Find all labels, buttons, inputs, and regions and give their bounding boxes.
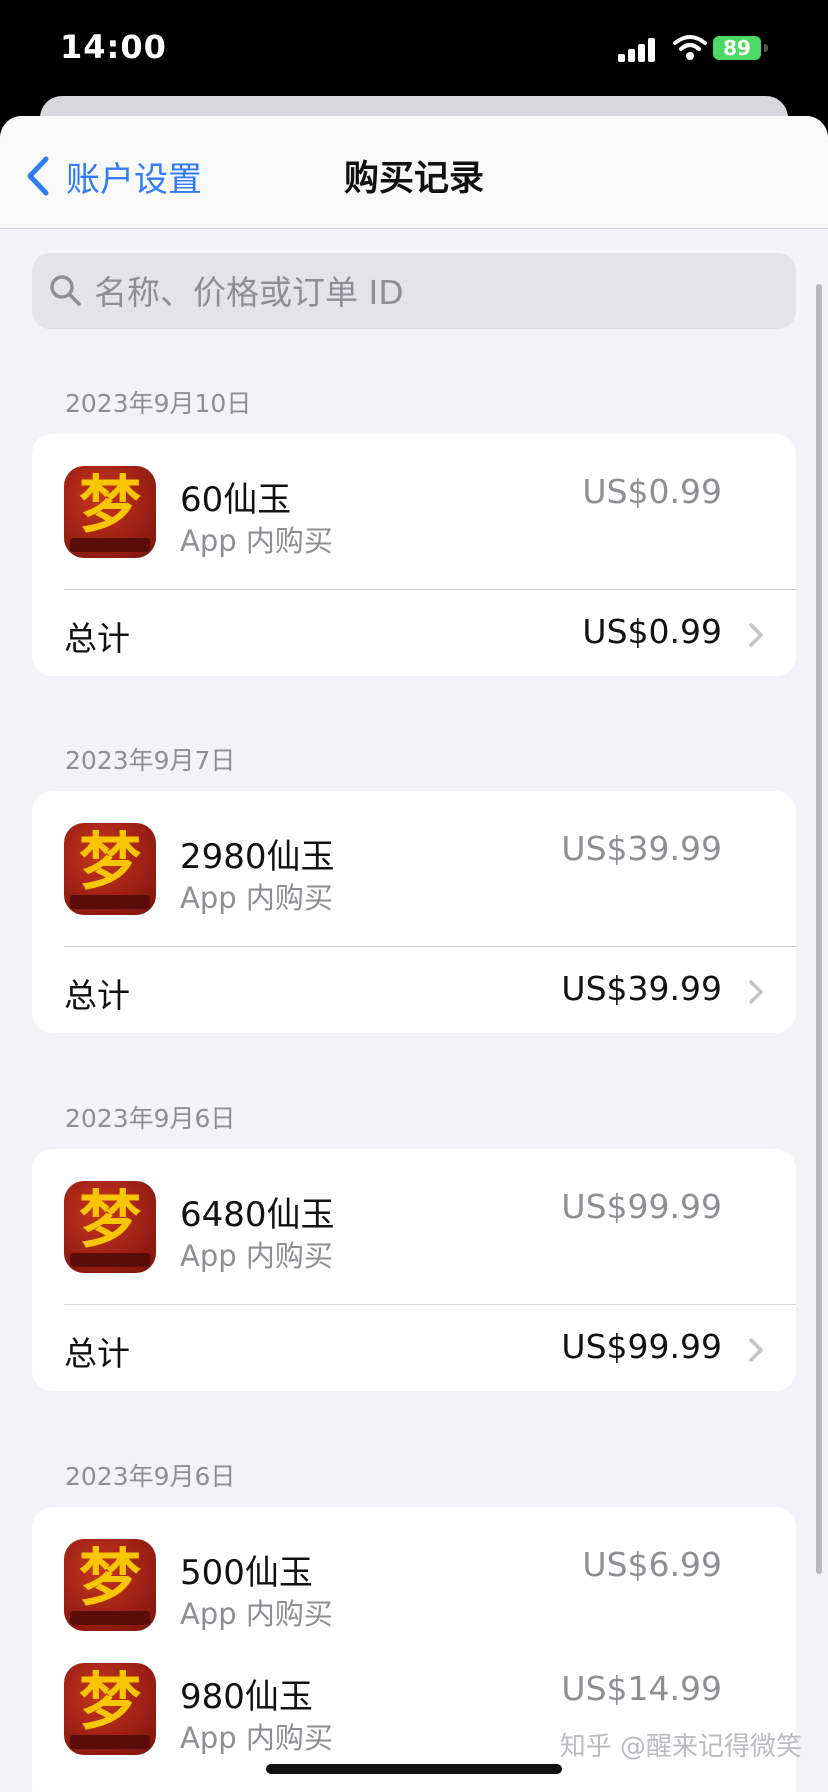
page-title: 购买记录: [343, 159, 484, 199]
battery-cap: [764, 44, 768, 52]
item-type: App 内购买: [180, 1721, 333, 1755]
item-price: US$39.99: [561, 829, 722, 868]
total-label: 总计: [64, 1334, 130, 1373]
item-name: 60仙玉: [180, 480, 292, 520]
purchase-card: 梦 60仙玉 App 内购买 US$0.99 总计 US$0.99: [32, 434, 796, 676]
app-icon[interactable]: 梦: [64, 466, 156, 558]
svg-text:梦: 梦: [79, 468, 141, 541]
item-name: 980仙玉: [180, 1677, 313, 1717]
app-icon[interactable]: 梦: [64, 1539, 156, 1631]
section-date: 2023年9月7日: [65, 746, 236, 775]
item-type: App 内购买: [180, 881, 333, 915]
chevron-right-icon: [749, 1338, 763, 1362]
game-logo-icon: 梦: [70, 1665, 150, 1749]
item-price: US$0.99: [582, 472, 722, 511]
watermark: 知乎 @醒来记得微笑: [559, 1732, 802, 1762]
search-input[interactable]: [92, 253, 776, 331]
svg-text:梦: 梦: [79, 1665, 141, 1738]
section-date: 2023年9月6日: [65, 1462, 236, 1491]
svg-text:梦: 梦: [79, 825, 141, 898]
game-logo-icon: 梦: [70, 825, 150, 909]
total-row[interactable]: 总计 US$99.99: [32, 1305, 796, 1393]
item-price: US$14.99: [561, 1669, 722, 1708]
total-price: US$39.99: [561, 969, 722, 1008]
home-indicator[interactable]: [266, 1764, 562, 1774]
item-price: US$99.99: [561, 1187, 722, 1226]
item-type: App 内购买: [180, 1597, 333, 1631]
search-bar[interactable]: [32, 253, 796, 331]
item-type: App 内购买: [180, 1239, 333, 1273]
navigation-bar: 账户设置 购买记录: [0, 116, 828, 229]
total-label: 总计: [64, 619, 130, 658]
item-name: 6480仙玉: [180, 1195, 335, 1235]
chevron-right-icon: [749, 980, 763, 1004]
purchase-card: 梦 6480仙玉 App 内购买 US$99.99 总计 US$99.99: [32, 1149, 796, 1391]
item-name: 500仙玉: [180, 1553, 313, 1593]
game-logo-icon: 梦: [70, 1541, 150, 1625]
status-time: 14:00: [60, 28, 167, 66]
battery-level: 89: [713, 36, 761, 60]
svg-text:梦: 梦: [79, 1541, 141, 1614]
section-date: 2023年9月6日: [65, 1104, 236, 1133]
item-name: 2980仙玉: [180, 837, 335, 877]
section-date: 2023年9月10日: [65, 389, 252, 418]
game-logo-icon: 梦: [70, 1183, 150, 1267]
game-logo-icon: 梦: [70, 468, 150, 552]
item-type: App 内购买: [180, 524, 333, 558]
app-icon[interactable]: 梦: [64, 1663, 156, 1755]
app-icon[interactable]: 梦: [64, 823, 156, 915]
cellular-signal-icon: [618, 38, 655, 62]
scroll-indicator[interactable]: [816, 284, 822, 1574]
chevron-right-icon: [749, 623, 763, 647]
total-row[interactable]: 总计 US$39.99: [32, 947, 796, 1035]
search-icon: [50, 275, 81, 306]
wifi-icon: [673, 35, 707, 60]
item-price: US$6.99: [582, 1545, 722, 1584]
total-row[interactable]: 总计 US$0.99: [32, 590, 796, 678]
purchase-history-sheet: 账户设置 购买记录 2023年9月10日 梦 60仙玉 App 内购买 US$0…: [0, 116, 828, 1792]
svg-text:梦: 梦: [79, 1183, 141, 1256]
total-price: US$99.99: [561, 1327, 722, 1366]
status-bar: 14:00 89: [0, 0, 828, 100]
app-icon[interactable]: 梦: [64, 1181, 156, 1273]
purchase-card: 梦 2980仙玉 App 内购买 US$39.99 总计 US$39.99: [32, 791, 796, 1033]
total-price: US$0.99: [582, 612, 722, 651]
total-label: 总计: [64, 976, 130, 1015]
